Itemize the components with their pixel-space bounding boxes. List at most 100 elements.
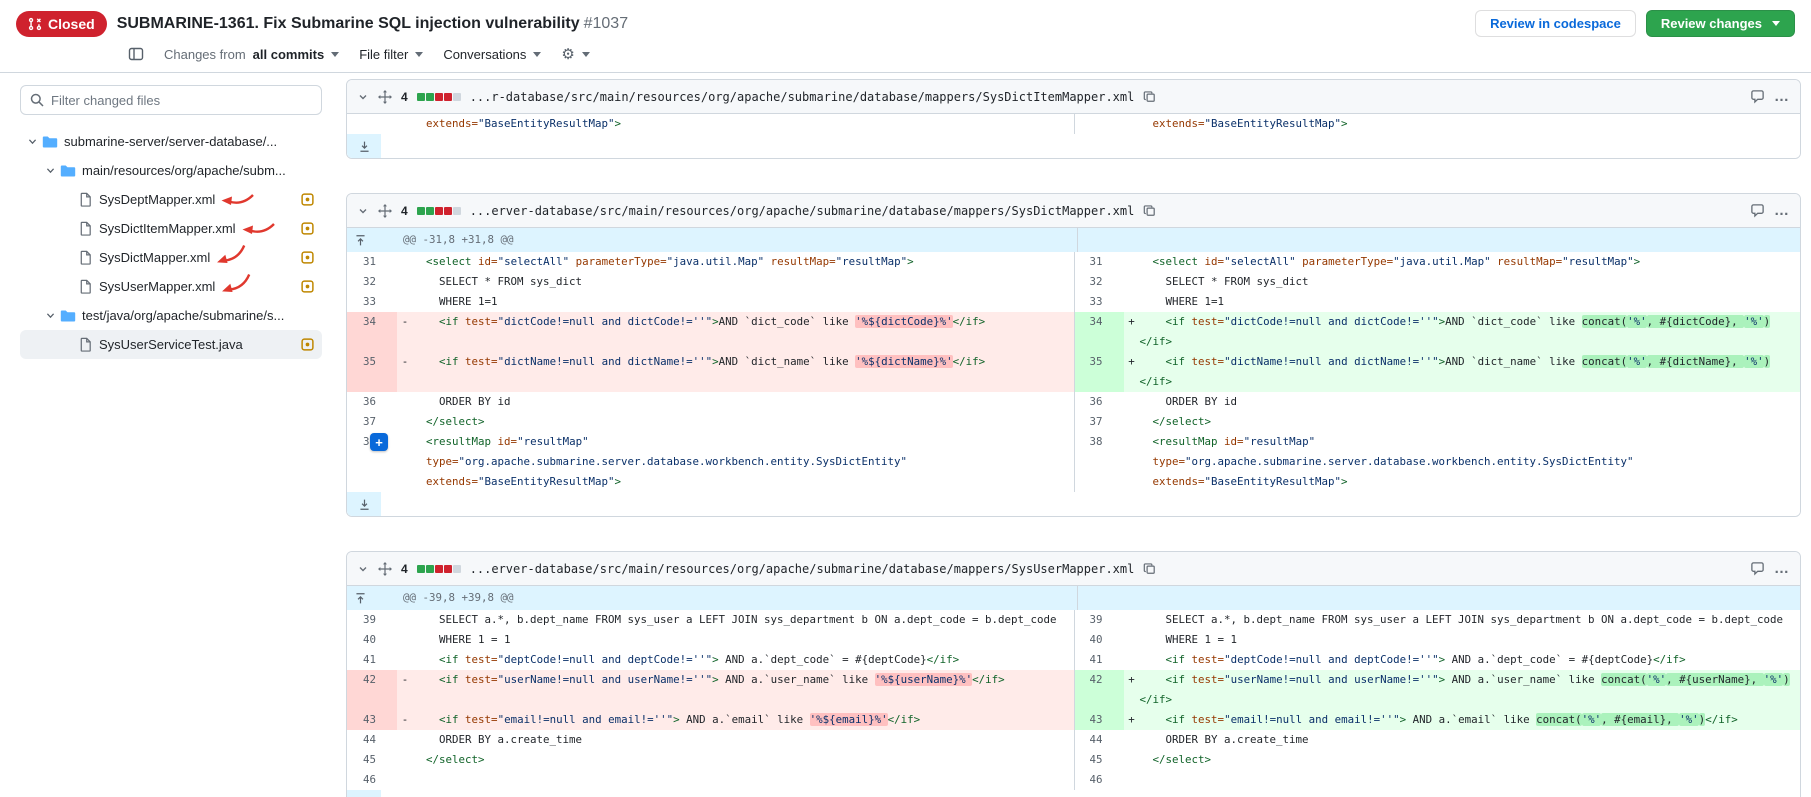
line-number[interactable]: 39: [347, 610, 397, 630]
line-number[interactable]: 35: [1074, 352, 1124, 392]
line-number[interactable]: 34: [1074, 312, 1124, 352]
tree-folder-item[interactable]: submarine-server/server-database/...: [20, 127, 322, 156]
line-number[interactable]: 37: [1074, 412, 1124, 432]
modified-file-icon: [301, 222, 314, 235]
line-number[interactable]: [1074, 114, 1124, 134]
line-number[interactable]: 38: [1074, 432, 1124, 452]
diff-row: 33 WHERE 1=133 WHERE 1=1: [347, 292, 1800, 312]
line-number[interactable]: 39: [1074, 610, 1124, 630]
line-number[interactable]: 42: [1074, 670, 1124, 710]
line-number[interactable]: 35: [347, 352, 397, 392]
diff-settings-dropdown[interactable]: ⚙: [561, 47, 589, 62]
code-line: WHERE 1=1: [413, 292, 1074, 312]
diff-row: 38 <resultMap id="resultMap"+38 <resultM…: [347, 432, 1800, 452]
collapse-file-icon[interactable]: [357, 91, 369, 103]
line-number[interactable]: 34: [347, 312, 397, 352]
line-number[interactable]: 43: [1074, 710, 1124, 730]
collapse-file-icon[interactable]: [357, 563, 369, 575]
chevron-down-icon[interactable]: [42, 310, 58, 321]
line-number[interactable]: 36: [1074, 392, 1124, 412]
comment-icon[interactable]: [1750, 89, 1765, 104]
tree-file-item[interactable]: SysUserMapper.xml: [20, 272, 322, 301]
filter-changed-files-input[interactable]: [20, 85, 322, 115]
line-number[interactable]: 45: [1074, 750, 1124, 770]
chevron-down-icon[interactable]: [24, 136, 40, 147]
line-number[interactable]: 42: [347, 670, 397, 710]
code-line: </select>: [1140, 412, 1801, 432]
line-number[interactable]: [347, 452, 397, 472]
copy-path-icon[interactable]: [1143, 204, 1157, 218]
expand-down-button[interactable]: [347, 134, 381, 158]
expand-down-button[interactable]: [347, 790, 381, 797]
line-number[interactable]: 32: [347, 272, 397, 292]
line-number[interactable]: 31: [1074, 252, 1124, 272]
chevron-down-icon[interactable]: [42, 165, 58, 176]
line-number[interactable]: 43: [347, 710, 397, 730]
line-number[interactable]: 33: [1074, 292, 1124, 312]
kebab-menu-icon[interactable]: …: [1774, 92, 1790, 102]
line-number[interactable]: 44: [1074, 730, 1124, 750]
code-line: WHERE 1 = 1: [413, 630, 1074, 650]
copy-path-icon[interactable]: [1143, 90, 1157, 104]
expand-up-icon[interactable]: [354, 592, 367, 605]
comment-icon[interactable]: [1750, 561, 1765, 576]
line-number[interactable]: 37: [347, 412, 397, 432]
tree-file-item[interactable]: SysDictItemMapper.xml: [20, 214, 322, 243]
tree-file-item[interactable]: SysDictMapper.xml: [20, 243, 322, 272]
drag-handle-icon[interactable]: [378, 204, 392, 218]
code-cell: ORDER BY id: [397, 392, 1074, 412]
tree-file-item[interactable]: SysDeptMapper.xml: [20, 185, 322, 214]
line-number[interactable]: [1074, 452, 1124, 472]
code-cell: [397, 770, 1074, 790]
pr-title-row: Closed SUBMARINE-1361. Fix Submarine SQL…: [16, 10, 1795, 37]
kebab-menu-icon[interactable]: …: [1774, 564, 1790, 574]
file-path-link[interactable]: ...erver-database/src/main/resources/org…: [470, 562, 1135, 576]
modified-file-icon: [301, 193, 314, 206]
code-line: SELECT a.*, b.dept_name FROM sys_user a …: [413, 610, 1074, 630]
line-number[interactable]: 41: [1074, 650, 1124, 670]
kebab-menu-icon[interactable]: …: [1774, 206, 1790, 216]
hunk-expand-gutter[interactable]: [347, 228, 397, 252]
file-filter-dropdown[interactable]: File filter: [359, 47, 423, 62]
toggle-file-tree-button[interactable]: [128, 46, 144, 62]
tree-folder-item[interactable]: main/resources/org/apache/subm...: [20, 156, 322, 185]
expand-up-icon[interactable]: [354, 234, 367, 247]
drag-handle-icon[interactable]: [378, 90, 392, 104]
line-number[interactable]: 45: [347, 750, 397, 770]
expand-down-button[interactable]: [347, 492, 381, 516]
line-number[interactable]: [347, 472, 397, 492]
line-number[interactable]: 31: [347, 252, 397, 272]
hunk-expand-gutter[interactable]: [347, 586, 397, 610]
code-cell: SELECT a.*, b.dept_name FROM sys_user a …: [1124, 610, 1801, 630]
line-number[interactable]: 44: [347, 730, 397, 750]
review-in-codespace-button[interactable]: Review in codespace: [1475, 10, 1636, 37]
add-comment-button[interactable]: +: [370, 433, 388, 451]
line-number[interactable]: 46: [347, 770, 397, 790]
folder-label: main/resources/org/apache/subm...: [82, 163, 286, 178]
changed-lines-count: 4: [401, 90, 408, 104]
comment-icon[interactable]: [1750, 203, 1765, 218]
changes-from-dropdown[interactable]: Changes fromall commits: [164, 47, 339, 62]
line-number[interactable]: 33: [347, 292, 397, 312]
drag-handle-icon[interactable]: [378, 562, 392, 576]
tree-file-item[interactable]: SysUserServiceTest.java: [20, 330, 322, 359]
conversations-dropdown[interactable]: Conversations: [443, 47, 541, 62]
copy-path-icon[interactable]: [1143, 562, 1157, 576]
file-path-link[interactable]: ...r-database/src/main/resources/org/apa…: [470, 90, 1135, 104]
line-number[interactable]: 36: [347, 392, 397, 412]
line-number[interactable]: 46: [1074, 770, 1124, 790]
review-changes-button[interactable]: Review changes: [1646, 10, 1795, 37]
diffstat-square: [435, 207, 443, 215]
line-number[interactable]: [1074, 472, 1124, 492]
line-number[interactable]: [347, 114, 397, 134]
line-number[interactable]: 41: [347, 650, 397, 670]
line-number[interactable]: 40: [347, 630, 397, 650]
code-cell: <if test="deptCode!=null and deptCode!='…: [1124, 650, 1801, 670]
file-path-link[interactable]: ...erver-database/src/main/resources/org…: [470, 204, 1135, 218]
tree-folder-item[interactable]: test/java/org/apache/submarine/s...: [20, 301, 322, 330]
line-number[interactable]: 40: [1074, 630, 1124, 650]
diff-row: 42- <if test="userName!=null and userNam…: [347, 670, 1800, 710]
expand-down-icon: [358, 498, 371, 511]
line-number[interactable]: 32: [1074, 272, 1124, 292]
collapse-file-icon[interactable]: [357, 205, 369, 217]
